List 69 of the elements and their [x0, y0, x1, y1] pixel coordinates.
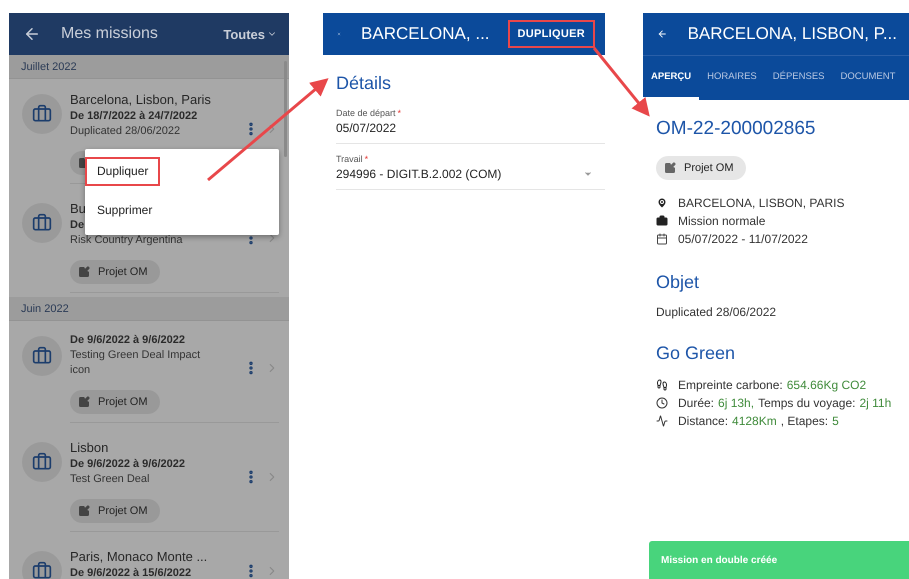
mission-description: icon — [70, 364, 90, 376]
calendar-icon — [656, 233, 668, 245]
status-chip: Projet OM — [70, 499, 160, 523]
briefcase-avatar-icon — [22, 442, 62, 482]
briefcase-avatar-icon — [22, 336, 62, 376]
status-chip: Projet OM — [656, 156, 746, 180]
metric-value: 4128Km — [732, 413, 777, 430]
briefcase-icon — [656, 215, 668, 227]
success-toast: Mission en double créée — [649, 541, 909, 579]
mission-description: Risk Country Argentina — [70, 234, 182, 246]
mission-reference: OM-22-200002865 — [656, 118, 816, 140]
section-header: Juin 2022 — [9, 297, 289, 321]
mission-description: Duplicated 28/06/2022 — [70, 125, 180, 137]
tab[interactable]: DÉPENSES — [764, 56, 832, 100]
menu-item[interactable]: Dupliquer — [87, 159, 158, 184]
select-field[interactable]: Travail * 294996 - DIGIT.B.2.002 (COM) — [336, 154, 605, 190]
mission-dates: De 9/6/2022 à 9/6/2022 — [70, 458, 185, 470]
tab[interactable]: HORAIRES — [699, 56, 765, 100]
section-heading: Go Green — [656, 343, 736, 364]
screen-title: Mes missions — [61, 25, 159, 43]
mission-title[interactable]: Bu — [70, 201, 86, 216]
section-header: Juillet 2022 — [9, 55, 289, 79]
section-heading: Objet — [656, 272, 700, 293]
edit-icon — [78, 266, 90, 278]
mission-title[interactable]: Lisbon — [70, 440, 108, 455]
info-text: 05/07/2022 - 11/07/2022 — [678, 231, 808, 248]
metric-label: Distance: — [678, 413, 728, 430]
metric-label: Durée: — [678, 395, 714, 412]
date-field[interactable]: Date de départ * 05/07/2022 — [336, 108, 605, 144]
metric-label: Temps du voyage: — [758, 395, 856, 412]
tab[interactable]: APERÇU — [643, 56, 700, 100]
mission-dates: De — [70, 219, 84, 231]
metric-value: 654.66Kg CO2 — [786, 377, 866, 394]
mission-title[interactable]: Barcelona, Lisbon, Paris — [70, 92, 211, 107]
status-chip: Projet OM — [70, 390, 160, 414]
mission-dates: De 18/7/2022 à 24/7/2022 — [70, 110, 198, 122]
menu-item[interactable]: Supprimer — [87, 198, 162, 223]
mission-description: Testing Green Deal Impact — [70, 349, 200, 361]
metric-value: 5 — [832, 413, 839, 430]
briefcase-avatar-icon — [22, 203, 62, 243]
map-pin-icon — [656, 197, 668, 209]
edit-icon — [664, 162, 676, 174]
info-text: BARCELONA, LISBON, PARIS — [678, 195, 844, 212]
screen-title: BARCELONA, LISBON, P... — [688, 24, 897, 44]
briefcase-avatar-icon — [22, 551, 62, 579]
mission-dates: De 9/6/2022 à 9/6/2022 — [70, 334, 185, 346]
filter-dropdown[interactable]: Toutes — [223, 26, 277, 42]
footprint-icon — [656, 379, 668, 391]
metric-value: 6j 13h, — [718, 395, 754, 412]
metric-value: 2j 11h — [859, 395, 892, 412]
info-text: Mission normale — [678, 213, 766, 230]
back-icon[interactable] — [23, 25, 41, 43]
duplicate-button[interactable]: DUPLIQUER — [510, 22, 593, 46]
mission-description: Test Green Deal — [70, 473, 150, 485]
screen-title: BARCELONA, ... — [361, 24, 490, 44]
edit-icon — [78, 396, 90, 408]
mission-title[interactable]: Paris, Monaco Monte ... — [70, 549, 208, 564]
tab[interactable]: DOCUMENT — [832, 56, 904, 100]
metric-label: , Etapes: — [780, 413, 828, 430]
arrow — [592, 47, 650, 117]
status-chip: Projet OM — [70, 260, 160, 284]
edit-icon — [78, 505, 90, 517]
metric-label: Empreinte carbone: — [678, 377, 783, 394]
mission-dates: De 9/6/2022 à 15/6/2022 — [70, 567, 192, 579]
line-chart-icon — [656, 415, 668, 427]
briefcase-avatar-icon — [22, 94, 62, 134]
section-heading: Détails — [336, 73, 392, 94]
object-text: Duplicated 28/06/2022 — [656, 305, 778, 319]
clock-icon — [656, 397, 668, 409]
